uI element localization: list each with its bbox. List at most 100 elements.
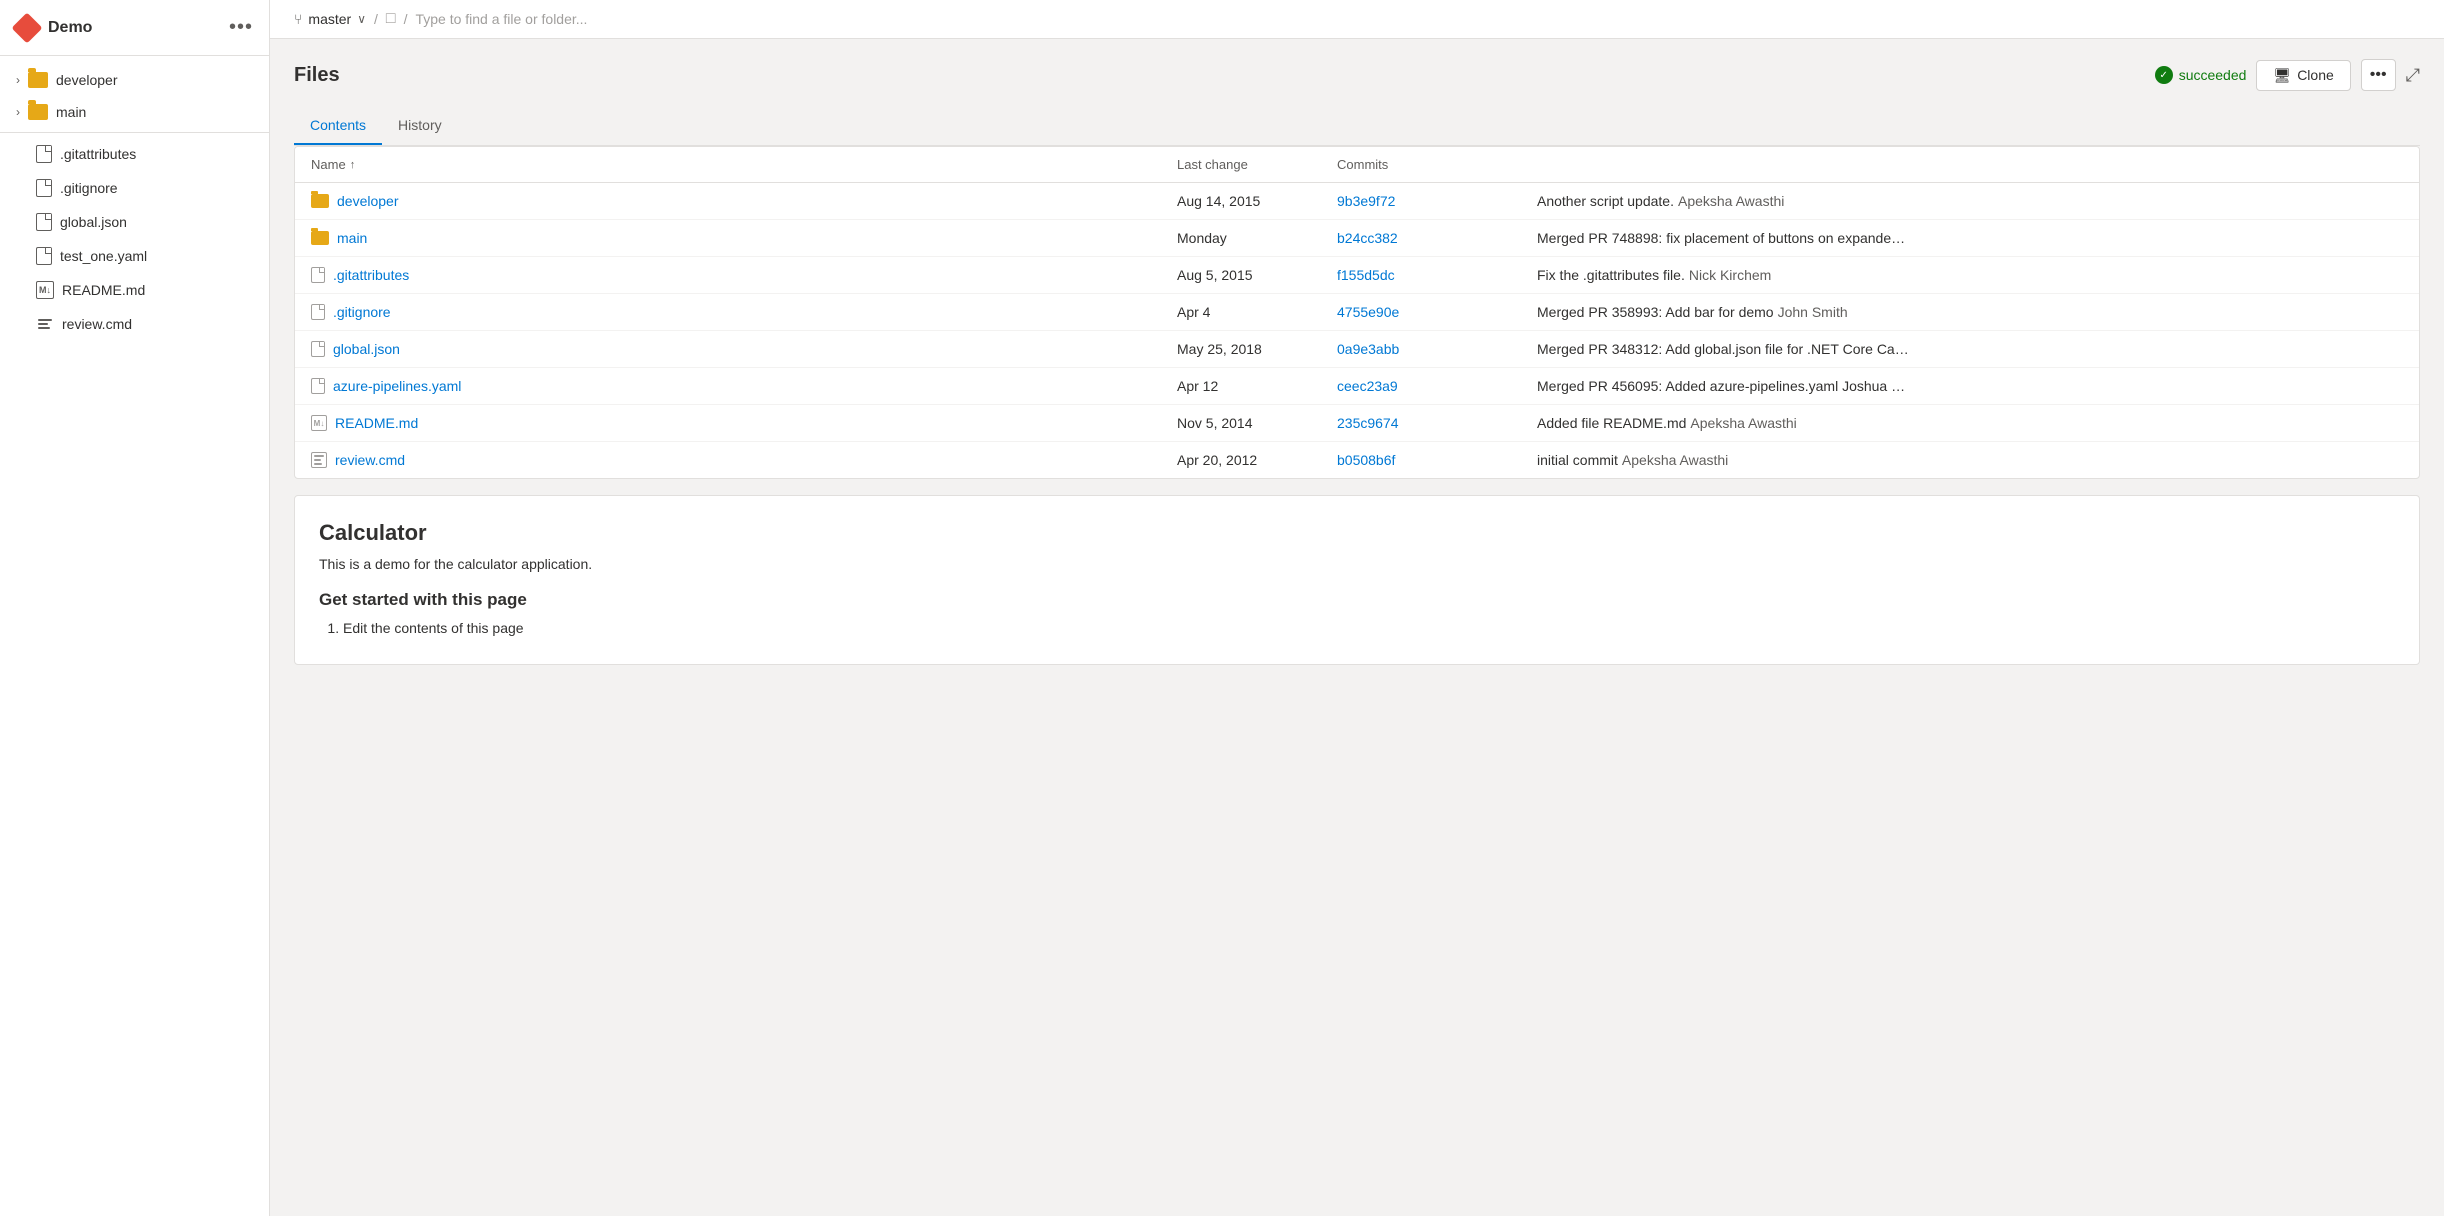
commit-hash[interactable]: ceec23a9 <box>1337 378 1398 394</box>
sidebar-item-readme-md[interactable]: M↓ README.md <box>0 273 269 307</box>
cell-message: Merged PR 456095: Added azure-pipelines.… <box>1537 378 2403 394</box>
sidebar-item-developer[interactable]: › developer <box>0 64 269 96</box>
path-input[interactable] <box>415 11 2420 27</box>
cell-commit: b0508b6f <box>1337 452 1537 468</box>
cell-date: Apr 4 <box>1177 304 1337 320</box>
chevron-down-icon: ∨ <box>357 12 366 26</box>
table-row[interactable]: global.json May 25, 2018 0a9e3abb Merged… <box>295 331 2419 368</box>
status-badge: succeeded <box>2155 66 2247 84</box>
sort-arrow-icon: ↑ <box>350 159 356 171</box>
more-options-button[interactable]: ••• <box>2361 59 2396 91</box>
commit-author: Apeksha Awasthi <box>1690 415 1796 431</box>
cmd-row-icon <box>311 452 327 468</box>
commit-author: Nick Kirchem <box>1689 267 1771 283</box>
sidebar-item-gitattributes[interactable]: .gitattributes <box>0 137 269 171</box>
branch-selector[interactable]: ⑂ master ∨ <box>294 11 366 27</box>
app-name: Demo <box>48 19 92 37</box>
clone-button[interactable]: 🖥 Clone <box>2256 60 2350 91</box>
table-row[interactable]: M↓ README.md Nov 5, 2014 235c9674 Added … <box>295 405 2419 442</box>
cell-message: Another script update.Apeksha Awasthi <box>1537 193 2403 209</box>
commit-hash[interactable]: b0508b6f <box>1337 452 1395 468</box>
sidebar-item-main[interactable]: › main <box>0 96 269 128</box>
commit-hash[interactable]: b24cc382 <box>1337 230 1398 246</box>
commit-hash[interactable]: 4755e90e <box>1337 304 1399 320</box>
table-row[interactable]: developer Aug 14, 2015 9b3e9f72 Another … <box>295 183 2419 220</box>
table-row[interactable]: azure-pipelines.yaml Apr 12 ceec23a9 Mer… <box>295 368 2419 405</box>
files-tabs: Contents History <box>294 107 2420 146</box>
tab-contents[interactable]: Contents <box>294 107 382 145</box>
commit-author: Apeksha Awasthi <box>1622 452 1728 468</box>
md-row-icon: M↓ <box>311 415 327 431</box>
commit-author: Apeksha Awasthi <box>1678 193 1784 209</box>
commit-hash[interactable]: 235c9674 <box>1337 415 1399 431</box>
commit-hash[interactable]: f155d5dc <box>1337 267 1395 283</box>
col-name-header: Name ↑ <box>311 157 1177 172</box>
file-link[interactable]: main <box>337 230 367 246</box>
logo-diamond-icon <box>11 12 42 43</box>
commit-hash[interactable]: 0a9e3abb <box>1337 341 1399 357</box>
cell-message: Fix the .gitattributes file.Nick Kirchem <box>1537 267 2403 283</box>
file-link[interactable]: README.md <box>335 415 418 431</box>
folder-row-icon <box>311 194 329 208</box>
sidebar-item-test-one-yaml[interactable]: test_one.yaml <box>0 239 269 273</box>
sidebar-header: Demo ••• <box>0 0 269 56</box>
sidebar-item-review-cmd[interactable]: review.cmd <box>0 307 269 341</box>
tab-history[interactable]: History <box>382 107 458 145</box>
sidebar-file-label: .gitignore <box>60 180 118 196</box>
folder-breadcrumb-icon: □ <box>386 10 396 28</box>
sidebar-more-button[interactable]: ••• <box>229 16 253 39</box>
sidebar-file-label: .gitattributes <box>60 146 136 162</box>
readme-description: This is a demo for the calculator applic… <box>319 556 2395 572</box>
table-row[interactable]: .gitattributes Aug 5, 2015 f155d5dc Fix … <box>295 257 2419 294</box>
sidebar-item-global-json[interactable]: global.json <box>0 205 269 239</box>
expand-button[interactable]: ⤢ <box>2406 65 2420 86</box>
readme-title: Calculator <box>319 520 2395 546</box>
file-link[interactable]: .gitattributes <box>333 267 409 283</box>
cell-date: Apr 12 <box>1177 378 1337 394</box>
file-row-icon <box>311 341 325 357</box>
topbar-slash: / <box>404 11 408 27</box>
cell-commit: 9b3e9f72 <box>1337 193 1537 209</box>
file-row-icon <box>311 378 325 394</box>
file-link[interactable]: review.cmd <box>335 452 405 468</box>
file-link[interactable]: .gitignore <box>333 304 391 320</box>
file-link[interactable]: global.json <box>333 341 400 357</box>
table-row[interactable]: main Monday b24cc382 Merged PR 748898: f… <box>295 220 2419 257</box>
monitor-icon: 🖥 <box>2273 67 2291 84</box>
cell-name: .gitattributes <box>311 267 1177 283</box>
topbar-separator: / <box>374 11 378 27</box>
sidebar: Demo ••• › developer › main .gitattribut… <box>0 0 270 1216</box>
col-lastchange-header: Last change <box>1177 157 1337 172</box>
branch-icon: ⑂ <box>294 11 302 27</box>
table-header: Name ↑ Last change Commits <box>295 147 2419 183</box>
status-success-icon <box>2155 66 2173 84</box>
cell-message: initial commitApeksha Awasthi <box>1537 452 2403 468</box>
commit-hash[interactable]: 9b3e9f72 <box>1337 193 1395 209</box>
cell-message: Merged PR 748898: fix placement of butto… <box>1537 230 2403 246</box>
cell-message: Added file README.mdApeksha Awasthi <box>1537 415 2403 431</box>
sidebar-item-gitignore[interactable]: .gitignore <box>0 171 269 205</box>
clone-label: Clone <box>2297 67 2334 83</box>
cell-name: developer <box>311 193 1177 209</box>
cell-commit: 4755e90e <box>1337 304 1537 320</box>
cell-commit: 235c9674 <box>1337 415 1537 431</box>
cell-date: Aug 5, 2015 <box>1177 267 1337 283</box>
cell-message: Merged PR 348312: Add global.json file f… <box>1537 341 2403 357</box>
file-icon <box>36 213 52 231</box>
sidebar-file-label: README.md <box>62 282 145 298</box>
cmd-icon <box>36 315 54 333</box>
cell-message: Merged PR 358993: Add bar for demoJohn S… <box>1537 304 2403 320</box>
cell-name: M↓ README.md <box>311 415 1177 431</box>
table-row[interactable]: review.cmd Apr 20, 2012 b0508b6f initial… <box>295 442 2419 478</box>
cell-date: Nov 5, 2014 <box>1177 415 1337 431</box>
table-row[interactable]: .gitignore Apr 4 4755e90e Merged PR 3589… <box>295 294 2419 331</box>
commit-author: John Smith <box>1778 304 1848 320</box>
branch-name: master <box>308 11 351 27</box>
topbar: ⑂ master ∨ / □ / <box>270 0 2444 39</box>
readme-card: Calculator This is a demo for the calcul… <box>294 495 2420 665</box>
file-link[interactable]: developer <box>337 193 399 209</box>
file-link[interactable]: azure-pipelines.yaml <box>333 378 461 394</box>
files-title: Files <box>294 64 340 87</box>
sidebar-file-label: review.cmd <box>62 316 132 332</box>
file-icon <box>36 145 52 163</box>
